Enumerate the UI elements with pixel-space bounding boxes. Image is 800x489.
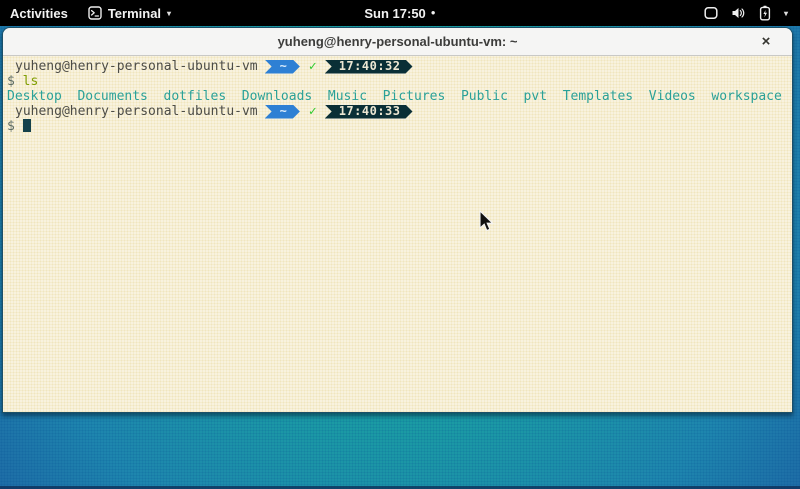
clock-button[interactable]: Sun 17:50 ● — [356, 0, 443, 26]
terminal-line-input: $ — [7, 119, 788, 134]
terminal-line-command: $ ls — [7, 74, 788, 89]
command-text: ls — [23, 74, 39, 89]
clock-label: Sun 17:50 — [364, 6, 425, 21]
prompt-user: yuheng@henry-personal-ubuntu-vm — [7, 59, 258, 74]
prompt-cwd-segment: ~ — [265, 60, 300, 74]
activities-label: Activities — [10, 6, 68, 21]
text-cursor — [23, 119, 31, 132]
volume-icon — [731, 6, 746, 20]
notification-dot: ● — [431, 9, 436, 17]
terminal-line-prompt-1: yuheng@henry-personal-ubuntu-vm ~ ✓ 17:4… — [7, 59, 788, 74]
prompt-symbol: $ — [7, 119, 15, 134]
terminal-icon — [88, 6, 102, 20]
terminal-content[interactable]: yuheng@henry-personal-ubuntu-vm ~ ✓ 17:4… — [3, 56, 792, 412]
terminal-window: yuheng@henry-personal-ubuntu-vm: ~ × yuh… — [2, 27, 793, 413]
app-menu-label: Terminal — [108, 6, 161, 21]
prompt-time-badge: 17:40:32 — [325, 60, 413, 74]
prompt-time-badge: 17:40:33 — [325, 105, 413, 119]
prompt-status-check: ✓ — [309, 59, 317, 74]
close-button[interactable]: × — [754, 28, 778, 55]
prompt-status-check: ✓ — [309, 104, 317, 119]
top-bar: Activities Terminal ▾ Sun 17:50 ● — [0, 0, 800, 26]
window-titlebar[interactable]: yuheng@henry-personal-ubuntu-vm: ~ × — [3, 28, 792, 56]
chevron-down-icon: ▾ — [784, 9, 788, 18]
terminal-line-prompt-2: yuheng@henry-personal-ubuntu-vm ~ ✓ 17:4… — [7, 104, 788, 119]
chevron-down-icon: ▾ — [167, 9, 171, 18]
window-title: yuheng@henry-personal-ubuntu-vm: ~ — [278, 34, 518, 49]
app-menu-terminal[interactable]: Terminal ▾ — [78, 0, 181, 26]
battery-charging-icon — [759, 5, 771, 21]
system-tray[interactable]: ▾ — [692, 0, 800, 26]
activities-button[interactable]: Activities — [0, 0, 78, 26]
prompt-cwd-segment: ~ — [265, 105, 300, 119]
prompt-user: yuheng@henry-personal-ubuntu-vm — [7, 104, 258, 119]
terminal-line-ls-output: Desktop Documents dotfiles Downloads Mus… — [7, 89, 788, 104]
prompt-symbol: $ — [7, 74, 15, 89]
screen-icon — [704, 6, 718, 20]
